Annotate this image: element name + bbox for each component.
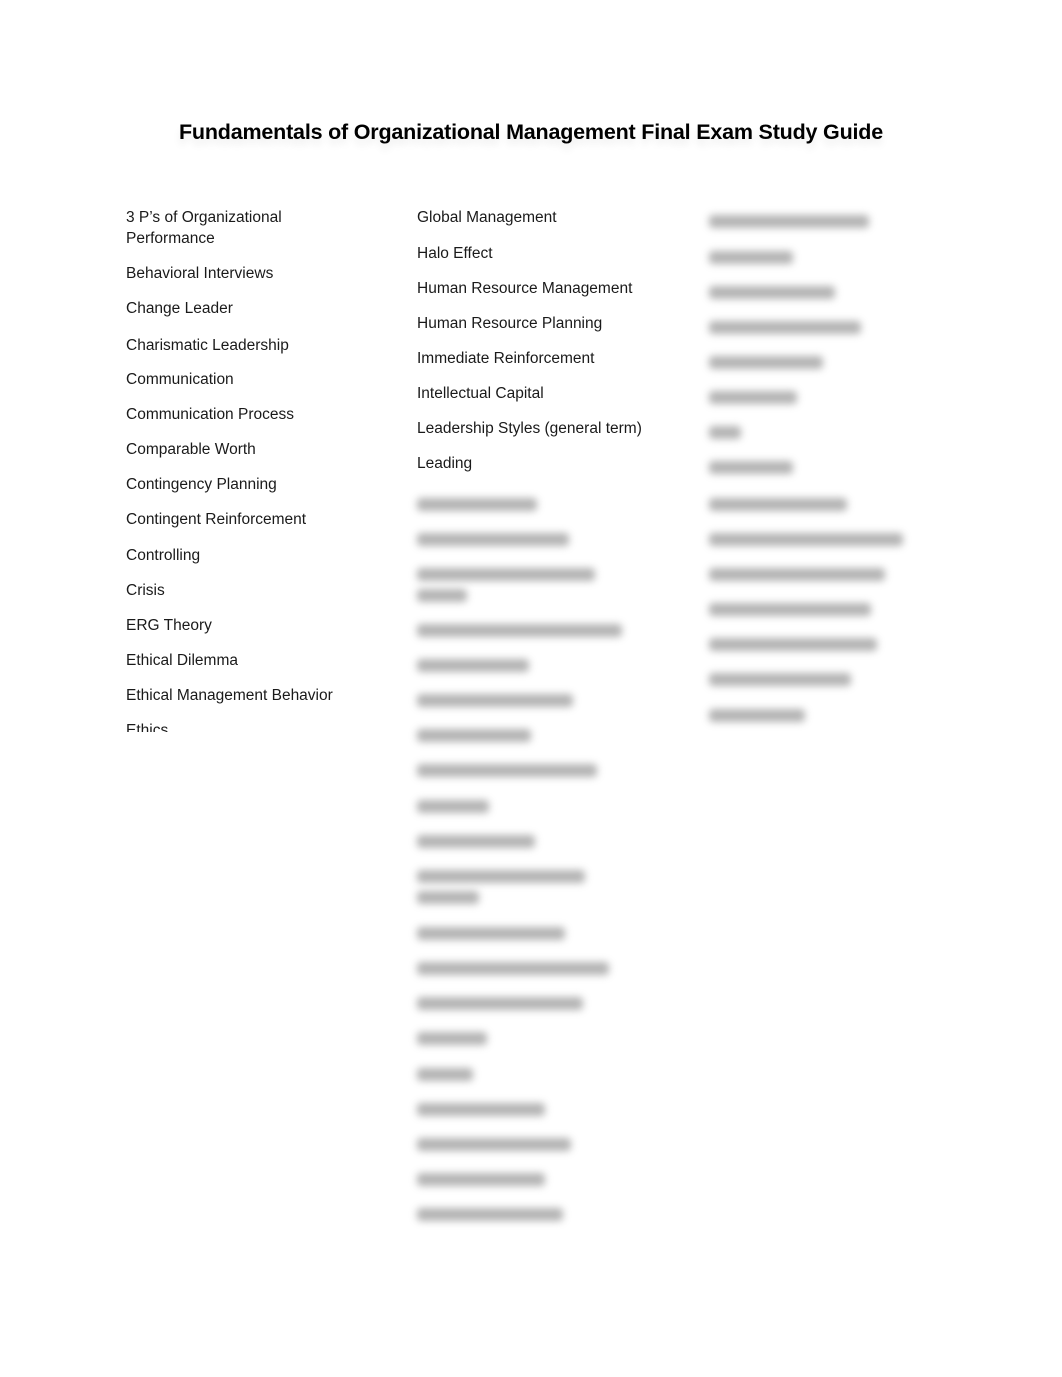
blurred-term (709, 321, 861, 334)
term-item: 3 P’s of Organizational Performance (126, 209, 282, 247)
blurred-term (709, 286, 835, 299)
term-item: Comparable Worth (126, 441, 256, 458)
blurred-term (417, 764, 597, 777)
blurred-term (417, 533, 569, 546)
term-item-cut-off: Ethics (126, 722, 169, 732)
term-column-1: 3 P’s of Organizational Performance Beha… (126, 200, 386, 732)
term-item: Charismatic Leadership (126, 337, 289, 354)
blurred-term (709, 533, 903, 546)
document-title: Fundamentals of Organizational Managemen… (179, 120, 883, 144)
blurred-term (417, 568, 595, 581)
blurred-term (417, 624, 622, 637)
term-item: Leading (417, 455, 473, 472)
blurred-term (709, 215, 869, 228)
blurred-term (417, 891, 479, 904)
blurred-term (709, 498, 847, 511)
blurred-term (709, 426, 741, 439)
term-item: Global Management (417, 209, 557, 226)
term-item: Human Resource Planning (417, 315, 603, 332)
term-item: Leadership Styles (general term) (417, 420, 642, 437)
term-item: Change Leader (126, 300, 233, 317)
term-item: Behavioral Interviews (126, 265, 274, 282)
term-item: ERG Theory (126, 617, 212, 634)
blurred-term (709, 251, 793, 264)
blurred-term (709, 356, 823, 369)
blurred-term (417, 1068, 473, 1081)
term-item: Ethical Management Behavior (126, 687, 333, 704)
blurred-term (417, 870, 585, 883)
blurred-term (417, 589, 467, 602)
term-item: Human Resource Management (417, 280, 633, 297)
blurred-term (417, 729, 531, 742)
blurred-term (709, 638, 877, 651)
term-item: Controlling (126, 547, 201, 564)
blurred-term (417, 1138, 571, 1151)
term-item: Contingent Reinforcement (126, 511, 307, 528)
blurred-term (417, 694, 573, 707)
term-item: Contingency Planning (126, 476, 277, 493)
blurred-term (709, 568, 885, 581)
blurred-term (417, 1173, 545, 1186)
term-item: Intellectual Capital (417, 385, 544, 402)
term-item: Immediate Reinforcement (417, 350, 595, 367)
term-item: Communication Process (126, 406, 294, 423)
term-item: Crisis (126, 582, 165, 599)
blurred-term (417, 800, 489, 813)
blurred-term (417, 1103, 545, 1116)
blurred-term (417, 498, 537, 511)
blurred-term (709, 709, 805, 722)
term-item: Ethical Dilemma (126, 652, 238, 669)
blurred-term (709, 461, 793, 474)
blurred-term (417, 962, 609, 975)
blurred-term (709, 603, 871, 616)
term-item: Communication (126, 371, 234, 388)
blurred-term (709, 391, 797, 404)
blurred-term (709, 673, 851, 686)
blurred-term (417, 1032, 487, 1045)
blurred-term (417, 927, 565, 940)
blurred-term (417, 1208, 563, 1221)
blurred-term (417, 835, 535, 848)
blurred-term (417, 997, 583, 1010)
term-item: Halo Effect (417, 245, 493, 262)
blurred-term (417, 659, 529, 672)
